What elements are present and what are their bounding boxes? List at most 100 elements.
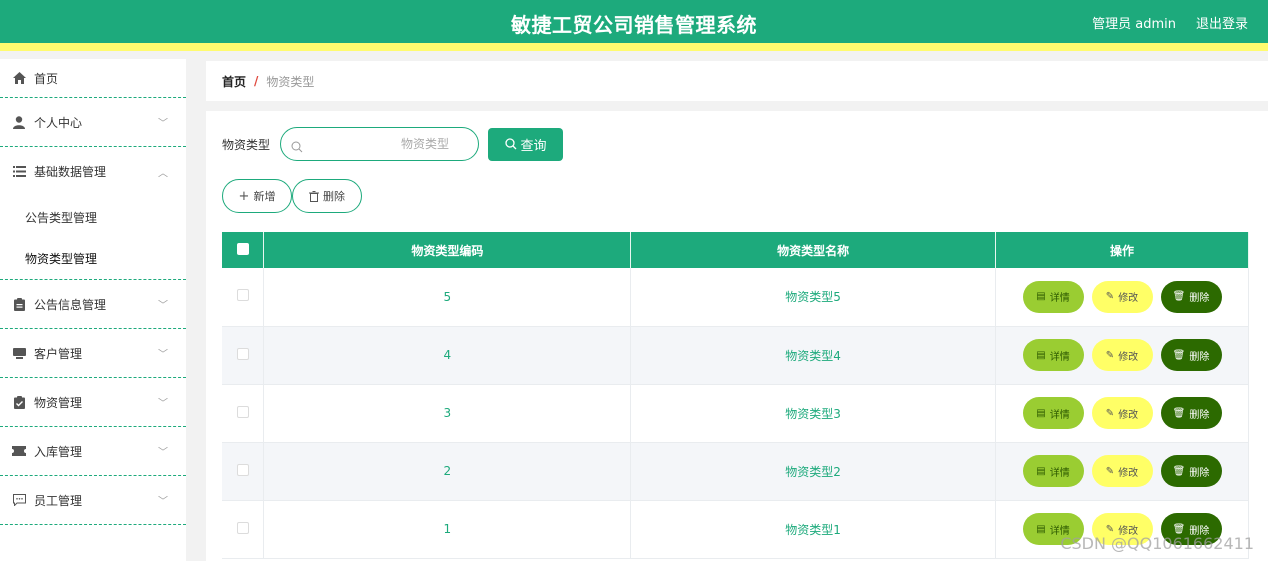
sidebar: 首页 个人中心 ﹀ 基础数据管理 ︿ 公告类型管理 物资类型管理 公告信息管理 … — [0, 59, 186, 561]
delete-button[interactable]: 🗑 删除 — [1160, 397, 1222, 429]
delete-button-label: 删除 — [1189, 293, 1210, 305]
cell-actions: ▤ 详情 ✎ 修改 🗑 删除 — [995, 384, 1249, 443]
chat-icon — [12, 493, 26, 507]
detail-button[interactable]: ▤ 详情 — [1022, 280, 1084, 313]
customer-icon — [12, 346, 26, 360]
logout-link[interactable]: 退出登录 — [1196, 13, 1248, 32]
document-icon: ▤ — [1036, 291, 1046, 303]
ticket-icon — [12, 444, 26, 458]
cell-actions: ▤ 详情 ✎ 修改 🗑 删除 — [995, 442, 1249, 501]
row-checkbox[interactable] — [236, 405, 249, 418]
select-all-checkbox[interactable] — [236, 242, 249, 255]
delete-button[interactable]: 🗑 删除 — [1160, 339, 1222, 371]
detail-button[interactable]: ▤ 详情 — [1022, 455, 1084, 487]
breadcrumb-separator: / — [254, 74, 259, 88]
row-checkbox[interactable] — [236, 289, 249, 302]
clipboard-icon — [12, 297, 26, 311]
edit-button-label: 修改 — [1118, 351, 1139, 363]
sidebar-item-home[interactable]: 首页 — [0, 59, 186, 98]
sidebar-item-stock-in[interactable]: 入库管理 ﹀ — [0, 427, 186, 476]
batch-delete-button[interactable]: 删除 — [292, 179, 362, 213]
sidebar-item-employee[interactable]: 员工管理 ﹀ — [0, 476, 186, 525]
breadcrumb-current: 物资类型 — [266, 74, 315, 89]
delete-button[interactable]: 🗑 删除 — [1160, 280, 1222, 313]
search-bar: 物资类型 查询 — [222, 127, 564, 161]
detail-button[interactable]: ▤ 详情 — [1022, 397, 1084, 429]
chevron-up-icon: ︿ — [158, 168, 168, 179]
document-icon: ▤ — [1036, 523, 1046, 535]
row-checkbox[interactable] — [236, 521, 249, 534]
pencil-icon: ✎ — [1105, 523, 1115, 535]
query-button-label: 查询 — [520, 138, 547, 154]
sidebar-item-label: 物资管理 — [34, 395, 83, 410]
search-icon — [291, 138, 303, 157]
trash-icon: 🗑 — [1172, 465, 1186, 477]
sidebar-item-label: 基础数据管理 — [34, 165, 107, 179]
row-checkbox[interactable] — [236, 347, 249, 360]
chevron-down-icon: ﹀ — [158, 496, 168, 508]
list-icon — [12, 165, 26, 179]
cell-name: 物资类型5 — [630, 268, 996, 327]
edit-button[interactable]: ✎ 修改 — [1091, 339, 1153, 371]
sidebar-item-label: 入库管理 — [34, 444, 83, 459]
edit-button[interactable]: ✎ 修改 — [1091, 455, 1153, 487]
header-user-area: 管理员 admin 退出登录 — [1092, 13, 1248, 32]
clipboard-check-icon — [12, 395, 26, 409]
detail-button[interactable]: ▤ 详情 — [1022, 339, 1084, 371]
user-icon — [12, 115, 26, 129]
row-select-cell — [222, 268, 265, 327]
cell-name: 物资类型4 — [630, 326, 996, 385]
row-checkbox[interactable] — [236, 463, 249, 476]
detail-button-label: 详情 — [1049, 293, 1070, 305]
cell-code: 1 — [263, 500, 632, 559]
delete-button-label: 删除 — [1189, 351, 1210, 363]
pencil-icon: ✎ — [1105, 465, 1115, 477]
cell-actions: ▤ 详情 ✎ 修改 🗑 删除 — [995, 326, 1249, 385]
query-button[interactable]: 查询 — [488, 127, 564, 161]
row-select-cell — [222, 384, 265, 443]
sidebar-item-material[interactable]: 物资管理 ﹀ — [0, 378, 186, 427]
watermark-text: CSDN @QQ1061662411 — [1060, 534, 1254, 553]
cell-code: 3 — [263, 384, 632, 443]
cell-name: 物资类型1 — [630, 500, 996, 559]
cell-code: 4 — [263, 326, 632, 385]
table-row: 4 物资类型4 ▤ 详情 ✎ 修改 🗑 删除 — [222, 326, 1249, 385]
search-input[interactable] — [281, 128, 479, 160]
sidebar-subitem-material-type[interactable]: 物资类型管理 — [0, 238, 186, 280]
edit-button-label: 修改 — [1118, 467, 1139, 479]
app-title: 敏捷工贸公司销售管理系统 — [511, 13, 757, 37]
document-icon: ▤ — [1036, 465, 1046, 477]
sidebar-subitem-notice-type[interactable]: 公告类型管理 — [0, 196, 186, 238]
cell-code: 5 — [263, 268, 632, 327]
table-header-row: 物资类型编码 物资类型名称 操作 — [222, 232, 1249, 268]
edit-button-label: 修改 — [1118, 409, 1139, 421]
delete-button[interactable]: 🗑 删除 — [1160, 455, 1222, 487]
trash-icon: 🗑 — [1172, 407, 1186, 419]
breadcrumb-home[interactable]: 首页 — [222, 73, 246, 90]
column-header-code: 物资类型编码 — [263, 232, 632, 268]
search-field — [280, 127, 480, 161]
sidebar-item-basic-data[interactable]: 基础数据管理 ︿ — [0, 147, 186, 196]
chevron-down-icon: ﹀ — [158, 300, 168, 312]
delete-button-label: 删除 — [1189, 409, 1210, 421]
edit-button[interactable]: ✎ 修改 — [1091, 280, 1153, 313]
row-select-cell — [222, 326, 265, 385]
cell-name: 物资类型2 — [630, 442, 996, 501]
detail-button-label: 详情 — [1049, 409, 1070, 421]
edit-button-label: 修改 — [1118, 293, 1139, 305]
chevron-down-icon: ﹀ — [158, 398, 168, 410]
detail-button-label: 详情 — [1049, 351, 1070, 363]
cell-name: 物资类型3 — [630, 384, 996, 443]
sidebar-item-customer[interactable]: 客户管理 ﹀ — [0, 329, 186, 378]
sidebar-item-notice-info[interactable]: 公告信息管理 ﹀ — [0, 280, 186, 329]
document-icon: ▤ — [1036, 349, 1046, 361]
delete-button-label: 删除 — [1189, 467, 1210, 479]
chevron-down-icon: ﹀ — [158, 447, 168, 459]
table-row: 2 物资类型2 ▤ 详情 ✎ 修改 🗑 删除 — [222, 442, 1249, 501]
add-button[interactable]: + 新增 — [222, 179, 292, 213]
breadcrumb: 首页 / 物资类型 — [206, 61, 1268, 101]
edit-button[interactable]: ✎ 修改 — [1091, 397, 1153, 429]
sidebar-item-personal-center[interactable]: 个人中心 ﹀ — [0, 98, 186, 147]
current-user-label[interactable]: 管理员 admin — [1092, 13, 1176, 32]
chevron-down-icon: ﹀ — [158, 118, 168, 130]
